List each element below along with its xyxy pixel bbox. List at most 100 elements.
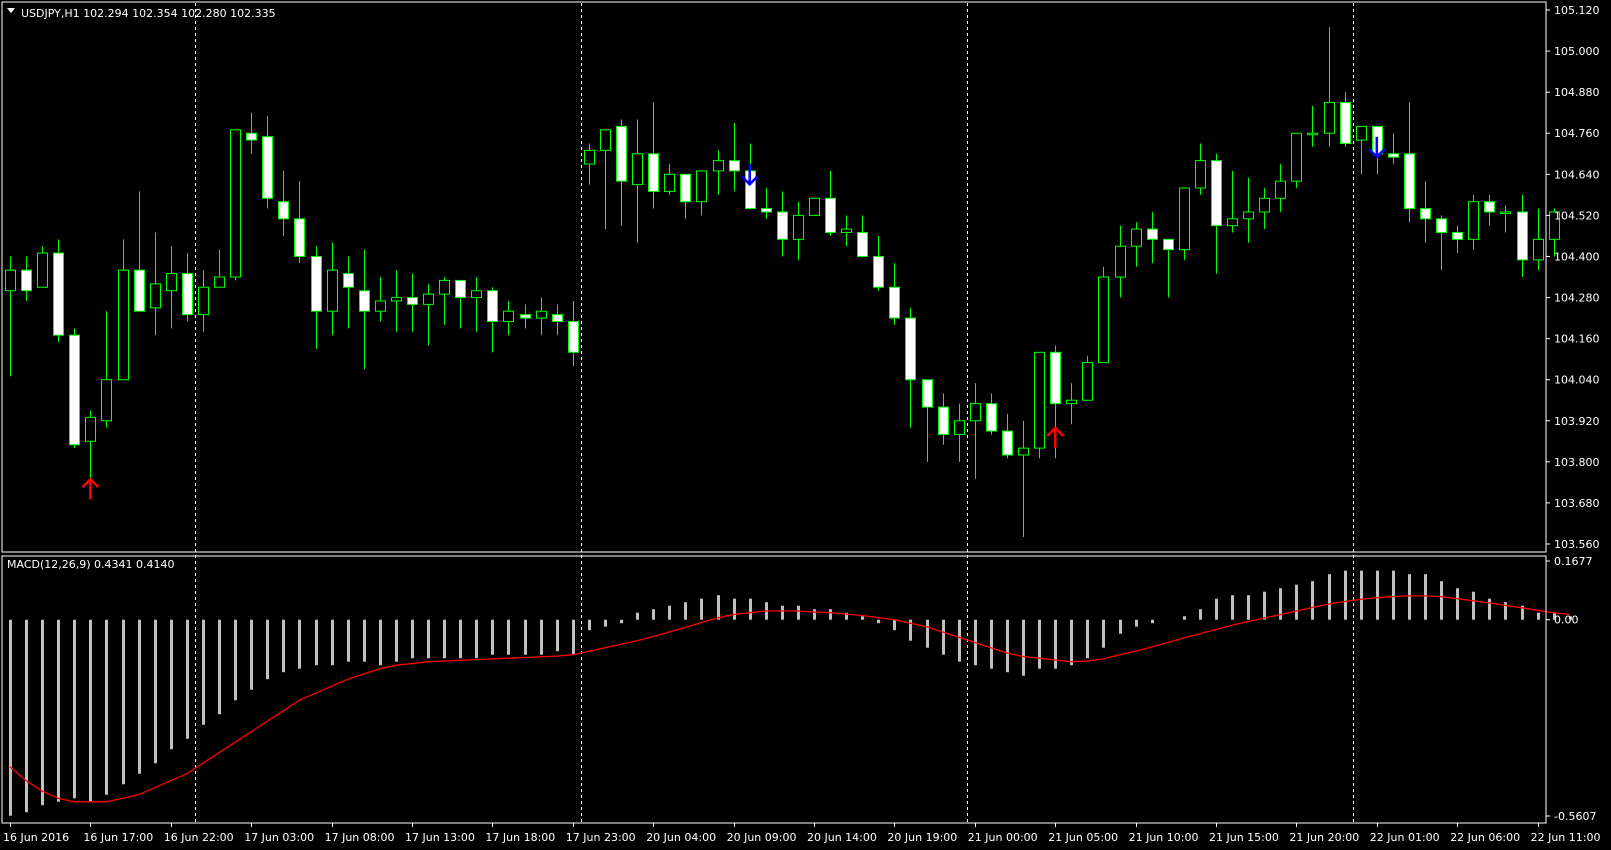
candle-body — [391, 297, 402, 302]
candle-body — [214, 276, 225, 288]
candle-body — [1243, 211, 1254, 220]
time-axis-label: 22 Jun 06:00 — [1450, 831, 1520, 844]
candle-body — [841, 228, 852, 233]
macd-info-label: MACD(12,26,9) 0.4341 0.4140 — [7, 558, 175, 571]
candle-body — [1388, 153, 1399, 158]
time-axis-label: 20 Jun 19:00 — [887, 831, 957, 844]
candle-body — [536, 310, 547, 319]
candle[interactable] — [230, 129, 241, 281]
candle-body — [809, 197, 820, 216]
candle-body — [1533, 238, 1544, 261]
candle-body — [584, 149, 595, 165]
candle-body — [1082, 362, 1093, 401]
candle-body — [1211, 160, 1222, 227]
candle-body — [825, 197, 836, 233]
candle[interactable] — [809, 197, 820, 216]
candle-body — [1163, 238, 1174, 251]
price-axis-label: 103.560 — [1554, 538, 1600, 551]
candle-body — [680, 173, 691, 203]
candle[interactable] — [1291, 132, 1302, 188]
time-axis-label: 21 Jun 20:00 — [1289, 831, 1359, 844]
candle-body — [761, 208, 772, 213]
candle-body — [954, 420, 965, 435]
time-axis-label: 16 Jun 17:00 — [83, 831, 153, 844]
candle-body — [21, 269, 32, 292]
candle-body — [1340, 101, 1351, 145]
time-axis-label: 16 Jun 2016 — [3, 831, 69, 844]
candle-body — [520, 314, 531, 319]
candle-body — [327, 269, 338, 312]
candle[interactable] — [69, 328, 80, 449]
candle-body — [905, 317, 916, 381]
candle-body — [1484, 201, 1495, 213]
time-axis-label: 17 Jun 08:00 — [325, 831, 395, 844]
candle-body — [873, 255, 884, 288]
candle-body — [986, 403, 997, 432]
candle-body — [503, 310, 514, 323]
candle-body — [343, 273, 354, 288]
price-axis-label: 103.680 — [1554, 497, 1600, 510]
candle-body — [246, 132, 257, 141]
candle-body — [182, 273, 193, 316]
candle-body — [262, 136, 273, 199]
price-axis-label: 104.520 — [1554, 209, 1600, 222]
candle-body — [53, 252, 64, 336]
candle-body — [487, 290, 498, 323]
candle-body — [1420, 208, 1431, 220]
candle-body — [1259, 197, 1270, 213]
candle-body — [294, 218, 305, 257]
candle-body — [1452, 232, 1463, 240]
candle[interactable] — [1034, 351, 1045, 459]
candle-body — [648, 153, 659, 192]
candle-body — [439, 279, 450, 295]
time-axis-label: 20 Jun 14:00 — [807, 831, 877, 844]
chart-window[interactable]: 105.120 105.000 104.880 104.760 104.640 104.5… — [0, 0, 1611, 850]
candle-body — [375, 300, 386, 312]
candle-body — [1517, 211, 1528, 261]
candle-body — [729, 160, 740, 172]
candle-body — [1468, 201, 1479, 240]
candle-body — [230, 129, 241, 278]
candle-body — [696, 170, 707, 203]
candle-body — [1291, 132, 1302, 182]
candle[interactable] — [1082, 355, 1093, 401]
price-axis-label: 105.120 — [1554, 4, 1600, 17]
price-axis-label: 104.760 — [1554, 127, 1600, 140]
candle-body — [1500, 211, 1511, 214]
time-axis-label: 20 Jun 04:00 — [646, 831, 716, 844]
candle-body — [1227, 218, 1238, 227]
candle-body — [1179, 187, 1190, 251]
time-axis-label: 17 Jun 23:00 — [566, 831, 636, 844]
candle-body — [455, 279, 466, 299]
price-axis-label: 104.040 — [1554, 374, 1600, 387]
price-axis-label: 103.920 — [1554, 415, 1600, 428]
chart-background — [0, 0, 1611, 850]
price-axis-label: 103.800 — [1554, 456, 1600, 469]
candle-body — [101, 379, 112, 422]
candle-body — [69, 334, 80, 446]
candle-body — [889, 286, 900, 319]
candle-body — [552, 314, 563, 322]
candle[interactable] — [1179, 187, 1190, 260]
candle-body — [793, 214, 804, 240]
symbol-header[interactable]: USDJPY,H1 102.294 102.354 102.280 102.33… — [7, 7, 276, 20]
time-axis-label: 17 Jun 13:00 — [405, 831, 475, 844]
candle-body — [970, 403, 981, 422]
candle-body — [713, 160, 724, 172]
candle[interactable] — [1098, 266, 1109, 364]
candle-body — [1147, 228, 1158, 240]
time-axis-label: 21 Jun 05:00 — [1048, 831, 1118, 844]
candle-body — [1436, 218, 1447, 234]
candle-body — [632, 153, 643, 186]
candle[interactable] — [53, 239, 64, 343]
candle-body — [664, 173, 675, 192]
time-axis-label: 21 Jun 15:00 — [1209, 831, 1279, 844]
time-axis-label: 16 Jun 22:00 — [164, 831, 234, 844]
candle-body — [311, 255, 322, 312]
candle-body — [198, 286, 209, 316]
candle-body — [118, 269, 129, 381]
time-axis-label: 20 Jun 09:00 — [727, 831, 797, 844]
candle-body — [1115, 245, 1126, 278]
candle-body — [134, 269, 145, 312]
time-axis-label: 21 Jun 10:00 — [1129, 831, 1199, 844]
